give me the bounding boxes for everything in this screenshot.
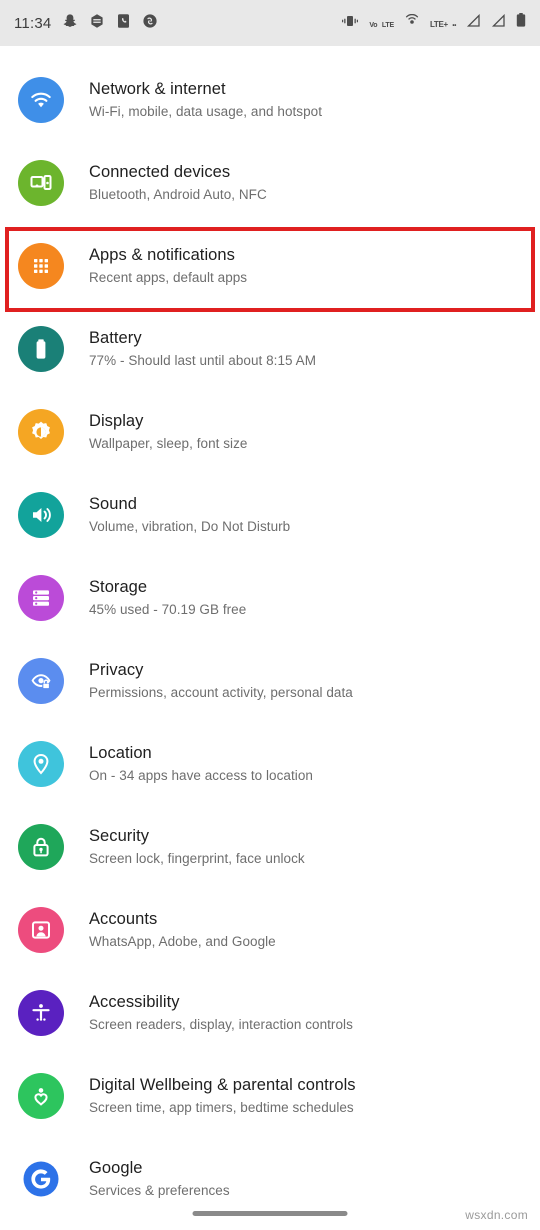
settings-row-location[interactable]: Location On - 34 apps have access to loc… <box>0 722 540 805</box>
settings-row-text: Storage 45% used - 70.19 GB free <box>89 577 246 619</box>
settings-row-text: Security Screen lock, fingerprint, face … <box>89 826 305 868</box>
settings-row-text: Accounts WhatsApp, Adobe, and Google <box>89 909 276 951</box>
status-bar-clock: 11:34 <box>14 14 52 32</box>
settings-row-accounts[interactable]: Accounts WhatsApp, Adobe, and Google <box>0 888 540 971</box>
privacy-eye-lock-icon <box>18 657 64 704</box>
settings-row-subtitle: 45% used - 70.19 GB free <box>89 601 247 617</box>
settings-row-title: Connected devices <box>89 162 231 181</box>
hexagon-app-icon <box>89 13 105 34</box>
settings-row-subtitle: Recent apps, default apps <box>89 269 248 285</box>
lte-sub-label: •• <box>452 23 456 29</box>
storage-icon <box>18 574 64 621</box>
settings-list: Network & internet Wi-Fi, mobile, data u… <box>0 46 540 1220</box>
digital-wellbeing-icon <box>18 1072 64 1119</box>
status-bar: 11:34 Vo LTE LTE+ •• <box>0 0 540 46</box>
settings-row-digital-wellbeing[interactable]: Digital Wellbeing & parental controls Sc… <box>0 1054 540 1137</box>
settings-row-display[interactable]: Display Wallpaper, sleep, font size <box>0 390 540 473</box>
navigation-gesture-pill[interactable] <box>192 1211 348 1216</box>
settings-row-text: Network & internet Wi-Fi, mobile, data u… <box>89 79 322 121</box>
apps-grid-icon <box>18 242 64 289</box>
settings-row-security[interactable]: Security Screen lock, fingerprint, face … <box>0 805 540 888</box>
signal-bars-2-icon <box>491 13 506 33</box>
settings-row-text: Connected devices Bluetooth, Android Aut… <box>89 162 267 204</box>
hotspot-icon <box>404 13 420 33</box>
settings-row-title: Location <box>89 743 152 762</box>
settings-row-text: Location On - 34 apps have access to loc… <box>89 743 313 785</box>
settings-row-text: Accessibility Screen readers, display, i… <box>89 992 353 1034</box>
settings-row-subtitle: Wi-Fi, mobile, data usage, and hotspot <box>89 103 323 119</box>
account-icon <box>18 906 64 953</box>
settings-row-title: Security <box>89 826 150 845</box>
settings-row-connected-devices[interactable]: Connected devices Bluetooth, Android Aut… <box>0 141 540 224</box>
status-bar-left: 11:34 <box>14 13 158 34</box>
settings-row-title: Sound <box>89 494 137 513</box>
wifi-icon <box>18 76 64 123</box>
settings-row-storage[interactable]: Storage 45% used - 70.19 GB free <box>0 556 540 639</box>
settings-row-subtitle: Screen lock, fingerprint, face unlock <box>89 850 305 866</box>
settings-row-apps-notifications[interactable]: Apps & notifications Recent apps, defaul… <box>0 224 540 307</box>
volte-label-bottom: LTE <box>381 22 394 29</box>
battery-icon <box>516 13 526 33</box>
settings-row-battery[interactable]: Battery 77% - Should last until about 8:… <box>0 307 540 390</box>
settings-row-subtitle: Services & preferences <box>89 1182 230 1198</box>
settings-row-subtitle: On - 34 apps have access to location <box>89 767 313 783</box>
connected-devices-icon <box>18 159 64 206</box>
settings-row-title: Display <box>89 411 144 430</box>
phone-app-icon <box>116 13 131 34</box>
settings-row-text: Privacy Permissions, account activity, p… <box>89 660 353 702</box>
settings-row-google[interactable]: Google Services & preferences <box>0 1137 540 1220</box>
watermark: wsxdn.com <box>465 1208 528 1222</box>
settings-row-text: Display Wallpaper, sleep, font size <box>89 411 247 453</box>
settings-row-title: Digital Wellbeing & parental controls <box>89 1075 356 1094</box>
lte-plus-icon: LTE+ •• <box>430 14 456 32</box>
google-g-icon <box>18 1155 64 1202</box>
settings-row-title: Battery <box>89 328 142 347</box>
settings-row-text: Sound Volume, vibration, Do Not Disturb <box>89 494 290 536</box>
brightness-icon <box>18 408 64 455</box>
settings-row-subtitle: Wallpaper, sleep, font size <box>89 435 248 451</box>
settings-row-title: Apps & notifications <box>89 245 235 264</box>
settings-row-privacy[interactable]: Privacy Permissions, account activity, p… <box>0 639 540 722</box>
status-bar-right: Vo LTE LTE+ •• <box>341 13 526 33</box>
settings-row-title: Storage <box>89 577 148 596</box>
settings-row-subtitle: Bluetooth, Android Auto, NFC <box>89 186 267 202</box>
speaker-icon <box>18 491 64 538</box>
settings-row-subtitle: Volume, vibration, Do Not Disturb <box>89 518 291 534</box>
lte-label: LTE+ <box>429 20 448 29</box>
settings-row-title: Accounts <box>89 909 158 928</box>
settings-row-title: Accessibility <box>89 992 180 1011</box>
shazam-icon <box>142 13 158 34</box>
volte-icon: Vo LTE <box>369 14 394 32</box>
settings-row-subtitle: Screen readers, display, interaction con… <box>89 1016 353 1032</box>
signal-bars-1-icon <box>466 13 481 33</box>
accessibility-icon <box>18 989 64 1036</box>
settings-row-subtitle: Screen time, app timers, bedtime schedul… <box>89 1099 354 1115</box>
volte-label-top: Vo <box>369 22 378 29</box>
settings-row-subtitle: 77% - Should last until about 8:15 AM <box>89 352 316 368</box>
phone-screen: 11:34 Vo LTE LTE+ •• Network & internet … <box>0 0 540 1230</box>
settings-row-sound[interactable]: Sound Volume, vibration, Do Not Disturb <box>0 473 540 556</box>
lock-icon <box>18 823 64 870</box>
settings-row-text: Digital Wellbeing & parental controls Sc… <box>89 1075 356 1117</box>
battery-settings-icon <box>18 325 64 372</box>
settings-row-title: Network & internet <box>89 79 226 98</box>
settings-row-text: Battery 77% - Should last until about 8:… <box>89 328 316 370</box>
vibrate-icon <box>341 14 359 33</box>
settings-row-accessibility[interactable]: Accessibility Screen readers, display, i… <box>0 971 540 1054</box>
settings-row-title: Privacy <box>89 660 144 679</box>
snapchat-icon <box>62 13 78 34</box>
settings-row-title: Google <box>89 1158 143 1177</box>
settings-row-text: Apps & notifications Recent apps, defaul… <box>89 245 247 287</box>
settings-row-subtitle: WhatsApp, Adobe, and Google <box>89 933 276 949</box>
settings-row-network-internet[interactable]: Network & internet Wi-Fi, mobile, data u… <box>0 58 540 141</box>
settings-row-text: Google Services & preferences <box>89 1158 230 1200</box>
location-pin-icon <box>18 740 64 787</box>
settings-row-subtitle: Permissions, account activity, personal … <box>89 684 353 700</box>
